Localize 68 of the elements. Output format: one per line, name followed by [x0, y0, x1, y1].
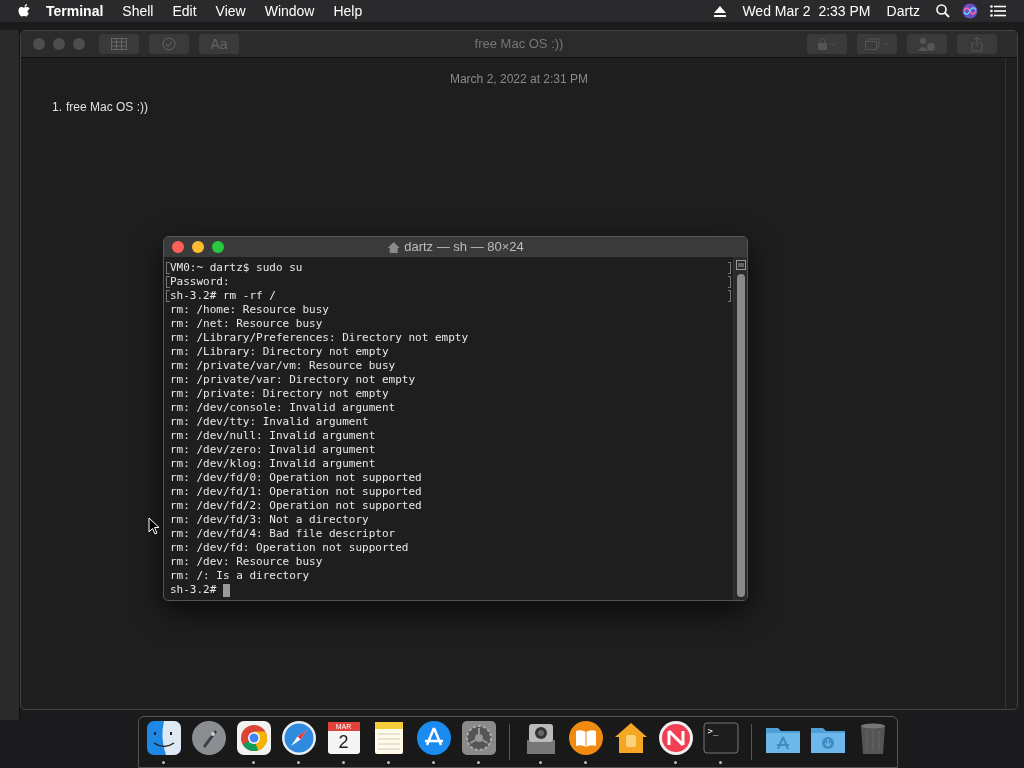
terminal-line: rm: /private/var/vm: Resource busy — [170, 359, 397, 373]
terminal-line: rm: /dev/tty: Invalid argument — [170, 415, 370, 429]
menu-item[interactable]: Help — [333, 0, 363, 22]
window-title: dartz — sh — 80×24 — [404, 238, 524, 257]
gallery-icon — [865, 38, 889, 50]
terminal-line: rm: /dev/null: Invalid argument — [170, 429, 377, 443]
terminal-line: rm: /dev: Resource busy — [170, 555, 324, 569]
menu-item[interactable]: View — [215, 0, 246, 22]
terminal-line: VM0:~ dartz$ sudo su — [170, 261, 304, 275]
terminal-line: rm: /dev/fd: Operation not supported — [170, 541, 410, 555]
terminal-line: rm: /dev/zero: Invalid argument — [170, 443, 377, 457]
menu-item[interactable]: Window — [264, 0, 315, 22]
close-button[interactable] — [172, 241, 184, 253]
menu-clock[interactable]: Wed Mar 2 2:33 PM — [742, 0, 871, 22]
terminal-glyph: >_ — [707, 726, 719, 736]
checklist-button[interactable] — [149, 34, 189, 54]
people-icon — [918, 37, 936, 51]
note-text[interactable]: free Mac OS :)) — [66, 98, 149, 116]
terminal-prompt[interactable]: sh-3.2# — [170, 583, 217, 597]
terminal-line: rm: /home: Resource busy — [170, 303, 330, 317]
text-cursor — [223, 583, 231, 597]
zoom-button[interactable] — [212, 241, 224, 253]
menu-item[interactable]: Shell — [122, 0, 154, 22]
minimize-button[interactable] — [192, 241, 204, 253]
calendar-day: 2 — [337, 733, 350, 751]
menu-item[interactable]: Edit — [172, 0, 197, 22]
terminal-line: rm: /Library: Directory not empty — [170, 345, 390, 359]
terminal-line: sh-3.2# rm -rf / — [170, 289, 277, 303]
terminal-line: rm: /dev/fd/3: Not a directory — [170, 513, 370, 527]
list-icon[interactable] — [990, 5, 1006, 17]
terminal-line: rm: /dev/console: Invalid argument — [170, 401, 397, 415]
window-title: free Mac OS :)) — [474, 35, 564, 54]
terminal-line: rm: /private/var: Directory not empty — [170, 373, 417, 387]
check-circle-icon — [162, 37, 176, 51]
terminal-line: rm: /net: Resource busy — [170, 317, 324, 331]
terminal-line: rm: /dev/fd/1: Operation not supported — [170, 485, 423, 499]
finder-icon[interactable] — [145, 720, 182, 756]
news-icon[interactable] — [657, 720, 694, 756]
search-icon[interactable] — [936, 4, 950, 18]
calendar-icon[interactable] — [325, 720, 362, 756]
terminal-line: rm: /dev/klog: Invalid argument — [170, 457, 377, 471]
terminal-line: rm: /dev/fd/0: Operation not supported — [170, 471, 423, 485]
split-pane-icon — [735, 260, 746, 270]
mouse-pointer-icon — [148, 517, 160, 535]
list-number: 1. — [52, 99, 62, 116]
gear-icon[interactable] — [460, 720, 497, 756]
browser-icon[interactable] — [235, 720, 272, 756]
house-icon — [387, 241, 400, 253]
terminal-line: rm: /dev/fd/2: Operation not supported — [170, 499, 423, 513]
apple-icon[interactable] — [18, 3, 32, 19]
table-icon — [111, 38, 127, 50]
siri-icon[interactable] — [962, 3, 978, 19]
terminal-line: rm: /: Is a directory — [170, 569, 311, 583]
terminal-line: rm: /Library/Preferences: Directory not empty — [170, 331, 469, 345]
user-menu[interactable]: Dartz — [886, 0, 920, 22]
book-icon[interactable] — [567, 720, 604, 756]
scroll-thumb[interactable] — [736, 274, 745, 597]
terminal-icon[interactable] — [702, 720, 739, 756]
app-store-icon[interactable] — [415, 720, 452, 756]
terminal-line: Password: — [170, 275, 231, 289]
compass-icon[interactable] — [280, 720, 317, 756]
app-menu[interactable]: Terminal — [46, 0, 104, 22]
note-date: March 2, 2022 at 2:31 PM — [448, 71, 590, 88]
eject-icon[interactable] — [714, 5, 727, 17]
lock-icon — [817, 38, 837, 50]
terminal-line: rm: /dev/fd/4: Bad file descriptor — [170, 527, 397, 541]
terminal-line: rm: /private: Directory not empty — [170, 387, 390, 401]
share-icon — [971, 36, 983, 52]
